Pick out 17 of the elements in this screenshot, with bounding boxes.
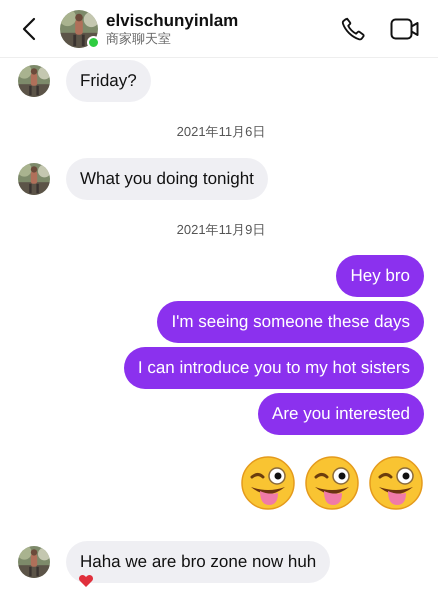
winking-tongue-emoji-icon — [240, 455, 296, 511]
message-bubble: Haha we are bro zone now huh — [66, 541, 330, 583]
date-label: 2021年11月6日 — [176, 123, 266, 141]
username: elvischunyinlam — [106, 10, 240, 30]
date-label: 2021年11月9日 — [176, 220, 266, 238]
message-bubble: Friday? — [66, 60, 151, 102]
message-bubble: I'm seeing someone these days — [157, 301, 424, 343]
video-call-icon[interactable] — [390, 16, 420, 40]
message-bubble: Are you interested — [258, 393, 424, 435]
subtitle: 商家聊天室 — [106, 30, 172, 46]
message-bubble: Hey bro — [336, 255, 424, 297]
winking-tongue-emoji-icon — [304, 455, 360, 511]
phone-icon[interactable] — [340, 16, 366, 42]
message-bubble: What you doing tonight — [66, 158, 268, 200]
message-bubble: I can introduce you to my hot sisters — [124, 347, 424, 389]
back-icon[interactable] — [22, 16, 36, 40]
winking-tongue-emoji-icon — [368, 455, 424, 511]
